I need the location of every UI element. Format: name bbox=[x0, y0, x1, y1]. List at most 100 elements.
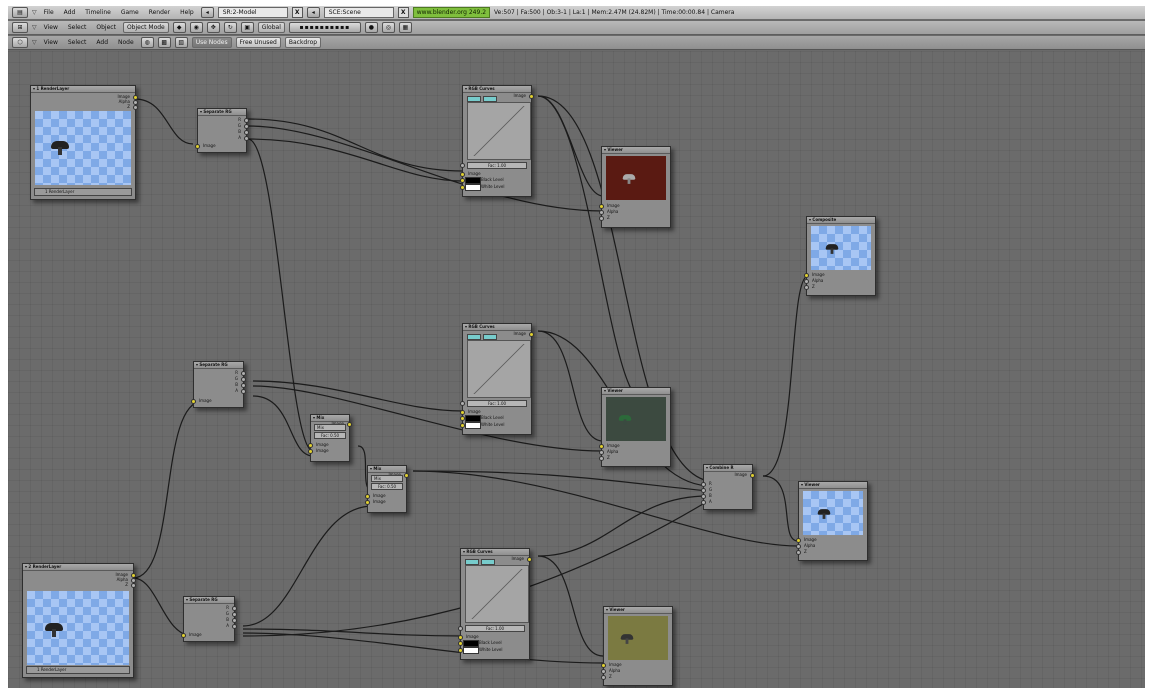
rgb-curves-node-1[interactable]: RGB Curves Image Fac: 1.00 Image Black L… bbox=[460, 85, 534, 197]
menu-help[interactable]: Help bbox=[177, 9, 197, 16]
mix-node-2[interactable]: Mix Image Mix Fac: 0.50 Image Image bbox=[365, 465, 409, 513]
curve-editor[interactable] bbox=[465, 565, 529, 623]
collapse-menu-icon[interactable]: ▽ bbox=[32, 24, 37, 31]
z-input-socket[interactable] bbox=[601, 675, 606, 680]
collapse-menu-icon[interactable]: ▽ bbox=[32, 39, 37, 46]
image-output-socket[interactable] bbox=[347, 422, 352, 427]
node-title[interactable]: Viewer bbox=[604, 607, 672, 614]
g-output-socket[interactable] bbox=[241, 377, 246, 382]
b-input-socket[interactable] bbox=[701, 494, 706, 499]
white-level-swatch[interactable] bbox=[463, 647, 479, 654]
use-nodes-toggle[interactable]: Use Nodes bbox=[191, 37, 232, 48]
render-layer-select[interactable]: 1 RenderLayer bbox=[34, 188, 132, 196]
curve-editor[interactable] bbox=[467, 102, 531, 160]
white-level-socket[interactable] bbox=[460, 423, 465, 428]
combine-rgba-node[interactable]: Combine R Image R G B A bbox=[701, 464, 755, 510]
renderlayer-node-1[interactable]: 1 RenderLayer Image Alpha Z 1 RenderLaye… bbox=[30, 85, 138, 200]
editor-type-icon[interactable]: ⬡ bbox=[12, 37, 28, 48]
render-layer-select[interactable]: 1 RenderLayer bbox=[26, 666, 130, 674]
image-input-socket[interactable] bbox=[308, 443, 313, 448]
scale-icon[interactable]: ▣ bbox=[240, 22, 254, 33]
image-input-socket[interactable] bbox=[365, 494, 370, 499]
composite-node[interactable]: Composite Image Alpha Z bbox=[804, 216, 876, 296]
image-input-socket[interactable] bbox=[308, 449, 313, 454]
blend-mode-select[interactable]: Mix bbox=[314, 424, 346, 431]
orientation-select[interactable]: Global bbox=[257, 22, 285, 33]
separate-rgba-node-1[interactable]: Separate RG R G B A Image bbox=[195, 108, 249, 153]
fac-slider[interactable]: Fac: 1.00 bbox=[467, 162, 527, 169]
node-title[interactable]: Viewer bbox=[799, 482, 867, 489]
node-canvas[interactable]: 1 RenderLayer Image Alpha Z 1 RenderLaye… bbox=[8, 51, 1145, 688]
a-output-socket[interactable] bbox=[244, 136, 249, 141]
alpha-input-socket[interactable] bbox=[599, 210, 604, 215]
r-output-socket[interactable] bbox=[244, 118, 249, 123]
r-input-socket[interactable] bbox=[701, 482, 706, 487]
node-title[interactable]: 2 RenderLayer bbox=[23, 564, 133, 571]
b-output-socket[interactable] bbox=[232, 618, 237, 623]
menu-select[interactable]: Select bbox=[65, 24, 90, 31]
g-input-socket[interactable] bbox=[701, 488, 706, 493]
image-input-socket[interactable] bbox=[181, 633, 186, 638]
fac-slider[interactable]: Fac: 1.00 bbox=[467, 400, 527, 407]
render-icon[interactable]: ◎ bbox=[381, 22, 395, 33]
curve-editor[interactable] bbox=[467, 340, 531, 398]
black-level-swatch[interactable] bbox=[465, 415, 481, 422]
node-title[interactable]: RGB Curves bbox=[463, 324, 531, 331]
image-input-socket[interactable] bbox=[191, 399, 196, 404]
node-title[interactable]: Combine R bbox=[704, 465, 752, 472]
z-input-socket[interactable] bbox=[599, 216, 604, 221]
menu-file[interactable]: File bbox=[41, 9, 57, 16]
node-title[interactable]: Viewer bbox=[602, 147, 670, 154]
editor-type-icon[interactable]: ⊞ bbox=[12, 22, 28, 33]
window-type-icon[interactable]: ▤ bbox=[12, 7, 28, 18]
image-output-socket[interactable] bbox=[404, 473, 409, 478]
fac-slider[interactable]: Fac: 0.50 bbox=[314, 432, 346, 439]
black-level-socket[interactable] bbox=[458, 641, 463, 646]
fac-slider[interactable]: Fac: 0.50 bbox=[371, 483, 403, 490]
collapse-menu-icon[interactable]: ▽ bbox=[32, 9, 37, 16]
z-input-socket[interactable] bbox=[599, 456, 604, 461]
black-level-socket[interactable] bbox=[460, 416, 465, 421]
r-output-socket[interactable] bbox=[232, 606, 237, 611]
r-output-socket[interactable] bbox=[241, 371, 246, 376]
black-level-socket[interactable] bbox=[460, 178, 465, 183]
rgb-curves-node-2[interactable]: RGB Curves Image Fac: 1.00 Image Black L… bbox=[460, 323, 534, 435]
node-title[interactable]: Separate RG bbox=[184, 597, 234, 604]
alpha-input-socket[interactable] bbox=[796, 544, 801, 549]
backdrop-toggle[interactable]: Backdrop bbox=[284, 37, 322, 48]
g-output-socket[interactable] bbox=[244, 124, 249, 129]
node-title[interactable]: Separate RG bbox=[198, 109, 246, 116]
scene-delete-icon[interactable]: X bbox=[397, 7, 409, 18]
viewer-node-1[interactable]: Viewer Image Alpha Z bbox=[599, 146, 671, 228]
screen-browse-icon[interactable]: ◂ bbox=[200, 7, 214, 18]
scene-field[interactable]: SCE:Scene bbox=[323, 7, 394, 18]
fac-input-socket[interactable] bbox=[460, 401, 465, 406]
b-output-socket[interactable] bbox=[244, 130, 249, 135]
fac-input-socket[interactable] bbox=[458, 626, 463, 631]
menu-view[interactable]: View bbox=[41, 39, 61, 46]
viewer-node-4[interactable]: Viewer Image Alpha Z bbox=[796, 481, 868, 561]
node-title[interactable]: Composite bbox=[807, 217, 875, 224]
menu-add[interactable]: Add bbox=[61, 9, 79, 16]
a-input-socket[interactable] bbox=[701, 500, 706, 505]
screen-delete-icon[interactable]: X bbox=[291, 7, 303, 18]
black-level-swatch[interactable] bbox=[463, 640, 479, 647]
menu-node[interactable]: Node bbox=[115, 39, 137, 46]
image-input-socket[interactable] bbox=[195, 144, 200, 149]
node-title[interactable]: RGB Curves bbox=[461, 549, 529, 556]
z-output-socket[interactable] bbox=[131, 583, 136, 588]
image-input-socket[interactable] bbox=[599, 444, 604, 449]
image-output-socket[interactable] bbox=[529, 332, 534, 337]
separate-rgba-node-3[interactable]: Separate RG R G B A Image bbox=[181, 596, 237, 642]
blender-url-badge[interactable]: www.blender.org 249.2 bbox=[412, 7, 491, 18]
camera-icon[interactable]: ▦ bbox=[398, 22, 412, 33]
composite-nodes-icon[interactable]: ▩ bbox=[157, 37, 171, 48]
image-output-socket[interactable] bbox=[529, 94, 534, 99]
a-output-socket[interactable] bbox=[241, 389, 246, 394]
rotate-icon[interactable]: ↻ bbox=[223, 22, 237, 33]
blend-mode-select[interactable]: Mix bbox=[371, 475, 403, 482]
z-input-socket[interactable] bbox=[804, 285, 809, 290]
lock-icon[interactable]: ● bbox=[364, 22, 378, 33]
alpha-input-socket[interactable] bbox=[804, 279, 809, 284]
black-level-swatch[interactable] bbox=[465, 177, 481, 184]
